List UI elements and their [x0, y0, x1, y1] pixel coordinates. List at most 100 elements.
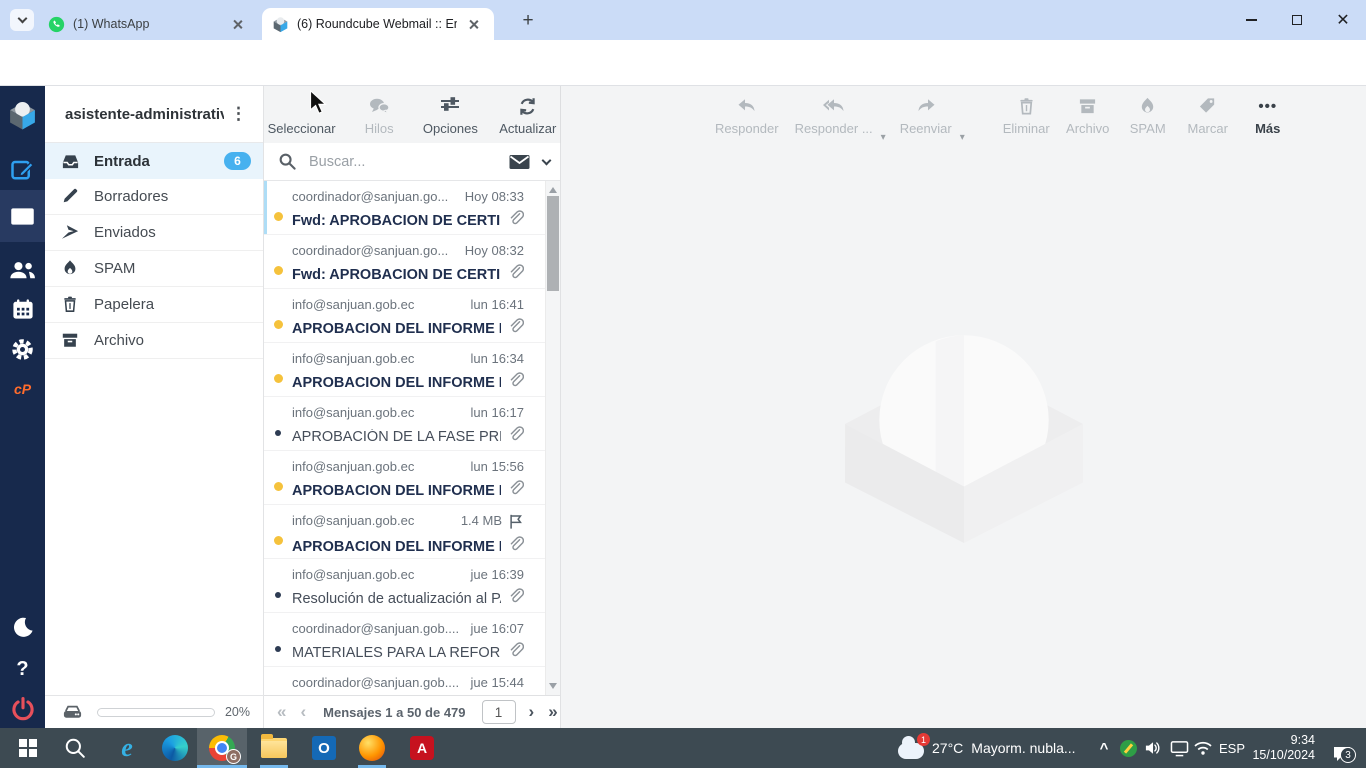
threads-button[interactable]: Hilos — [353, 92, 405, 143]
window-restore-button[interactable] — [1274, 0, 1320, 40]
window-minimize-button[interactable] — [1228, 0, 1274, 40]
spam-button[interactable]: SPAM — [1122, 92, 1174, 143]
message-row[interactable]: info@sanjuan.gob.ec lun 16:41 APROBACION… — [264, 289, 560, 343]
forward-caret-icon[interactable]: ▾ — [960, 132, 965, 143]
volume-icon[interactable] — [1140, 728, 1166, 768]
search-icon[interactable] — [278, 152, 297, 171]
scroll-down-icon[interactable] — [549, 683, 557, 689]
prev-page-button[interactable]: ‹ — [293, 702, 313, 722]
search-options-chevron-icon[interactable] — [541, 155, 552, 165]
next-page-button[interactable]: › — [522, 702, 542, 722]
mark-button[interactable]: Marcar — [1182, 92, 1234, 143]
folder-trash[interactable]: Papelera — [45, 287, 263, 323]
browser-tab-strip: (1) WhatsApp (6) Roundcube Webmail :: En… — [0, 0, 1366, 40]
attachment-paperclip-icon — [507, 209, 525, 232]
scrollbar-thumb[interactable] — [547, 196, 559, 291]
message-row[interactable]: coordinador@sanjuan.gob.... jue 16:07 MA… — [264, 613, 560, 667]
weather-cloud-icon: 1 — [898, 733, 930, 759]
message-row[interactable]: info@sanjuan.gob.ec lun 16:17 APROBACIÓN… — [264, 397, 560, 451]
attachment-paperclip-icon — [507, 535, 525, 558]
message-row[interactable]: info@sanjuan.gob.ec jue 16:39 Resolución… — [264, 559, 560, 613]
read-status-dot — [274, 320, 283, 329]
first-page-button[interactable]: « — [270, 702, 293, 722]
account-menu-kebab[interactable]: ⋮ — [224, 104, 253, 124]
folder-label: Entrada — [94, 152, 150, 170]
folder-drafts[interactable]: Borradores — [45, 179, 263, 215]
reply-all-button[interactable]: Responder ... — [791, 92, 877, 143]
notification-center-icon[interactable]: 3 — [1318, 728, 1358, 768]
archive-button[interactable]: Archivo — [1062, 92, 1114, 143]
message-row[interactable]: info@sanjuan.gob.ec lun 16:34 APROBACION… — [264, 343, 560, 397]
taskbar-search-button[interactable] — [55, 728, 95, 768]
message-sender: coordinador@sanjuan.go... — [292, 189, 449, 204]
message-row[interactable]: info@sanjuan.gob.ec 1.4 MB APROBACION DE… — [264, 505, 560, 559]
settings-gear-icon[interactable] — [0, 328, 45, 370]
send-icon — [61, 223, 80, 242]
tab-search-button[interactable] — [10, 9, 34, 31]
edge-icon[interactable] — [153, 728, 197, 768]
message-row[interactable]: coordinador@sanjuan.go... Hoy 08:32 Fwd:… — [264, 235, 560, 289]
list-scrollbar[interactable] — [545, 181, 560, 695]
chevron-down-icon — [17, 13, 27, 24]
folder-spam[interactable]: SPAM — [45, 251, 263, 287]
taskbar-weather[interactable]: 1 27°C Mayorm. nubla... — [898, 728, 1076, 768]
mail-icon — [11, 207, 34, 225]
dark-mode-moon-icon[interactable] — [0, 606, 45, 648]
folder-archive[interactable]: Archivo — [45, 323, 263, 359]
file-explorer-icon[interactable] — [251, 728, 297, 768]
start-button[interactable] — [8, 728, 48, 768]
reply-button[interactable]: Responder — [711, 92, 783, 143]
message-row[interactable]: coordinador@sanjuan.go... Hoy 08:33 Fwd:… — [264, 181, 560, 235]
reply-all-caret-icon[interactable]: ▾ — [881, 132, 886, 143]
folder-label: SPAM — [94, 260, 136, 277]
message-row[interactable]: info@sanjuan.gob.ec lun 15:56 APROBACION… — [264, 451, 560, 505]
tab-whatsapp[interactable]: (1) WhatsApp — [38, 8, 256, 40]
forward-button[interactable]: Reenviar — [896, 92, 956, 143]
delete-button[interactable]: Eliminar — [999, 92, 1054, 143]
compose-icon[interactable] — [0, 148, 45, 190]
flag-icon — [508, 513, 524, 530]
acrobat-icon[interactable]: A — [399, 728, 445, 768]
button-label: Más — [1255, 121, 1281, 136]
message-date: Hoy 08:33 — [464, 189, 524, 204]
search-scope-mail-icon[interactable] — [508, 153, 531, 171]
new-tab-button[interactable]: + — [517, 10, 539, 32]
close-icon[interactable] — [465, 16, 482, 33]
tray-chevron-up-icon[interactable]: ^ — [1093, 728, 1115, 768]
page-number-input[interactable] — [481, 700, 516, 724]
refresh-button[interactable]: Actualizar — [496, 92, 560, 143]
folder-sent[interactable]: Enviados — [45, 215, 263, 251]
taskbar-clock[interactable]: 9:34 15/10/2024 — [1243, 728, 1315, 768]
mail-nav-active[interactable] — [0, 190, 45, 242]
mail-main: Seleccionar Hilos Opciones Actualizar Re… — [264, 86, 1366, 728]
quota-footer: 20% — [45, 695, 264, 728]
chrome-taskbar-button[interactable]: G — [197, 728, 247, 768]
tab-roundcube[interactable]: (6) Roundcube Webmail :: Entra — [262, 8, 494, 40]
firefox-icon[interactable] — [349, 728, 395, 768]
message-row[interactable]: coordinador@sanjuan.gob.... jue 15:44 — [264, 667, 560, 695]
display-cast-icon[interactable] — [1166, 728, 1192, 768]
outlook-icon[interactable]: O — [301, 728, 347, 768]
more-button[interactable]: ••• Más — [1242, 92, 1294, 143]
close-icon[interactable] — [229, 16, 246, 33]
search-input[interactable] — [307, 152, 508, 171]
wifi-icon[interactable] — [1190, 728, 1216, 768]
trash-icon — [61, 295, 80, 314]
folder-inbox[interactable]: Entrada 6 — [45, 143, 263, 179]
read-status-dot — [274, 482, 283, 491]
options-button[interactable]: Opciones — [419, 92, 481, 143]
folder-label: Enviados — [94, 224, 156, 241]
weather-temp: 27°C — [932, 740, 964, 756]
logout-power-icon[interactable] — [0, 688, 45, 730]
cpanel-icon[interactable]: cP — [0, 368, 45, 410]
fire-icon — [1138, 94, 1157, 118]
calendar-icon[interactable] — [0, 288, 45, 330]
scroll-up-icon[interactable] — [549, 187, 557, 193]
internet-explorer-icon[interactable]: e — [105, 728, 149, 768]
antivirus-icon[interactable] — [1116, 728, 1140, 768]
contacts-icon[interactable] — [0, 248, 45, 290]
help-icon[interactable]: ? — [0, 648, 45, 690]
message-list-pane: coordinador@sanjuan.go... Hoy 08:33 Fwd:… — [264, 143, 561, 728]
forward-icon — [915, 94, 937, 118]
window-close-button[interactable]: ✕ — [1320, 0, 1366, 40]
